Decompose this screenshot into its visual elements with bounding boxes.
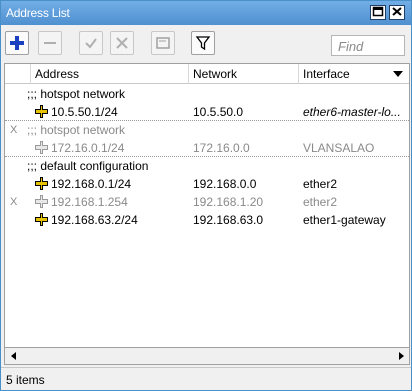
network-cell: 192.168.0.0 [193, 177, 257, 191]
disabled-flag: X [10, 124, 18, 136]
network-cell: 172.16.0.0 [193, 141, 250, 155]
find-input[interactable]: Find [331, 35, 405, 56]
address-icon [35, 141, 48, 154]
add-button[interactable] [5, 31, 29, 55]
status-bar: 5 items [1, 367, 411, 390]
filter-button[interactable] [191, 31, 215, 55]
x-icon [116, 37, 128, 49]
address-icon [35, 213, 48, 226]
interface-header-label: Interface [303, 67, 350, 81]
plus-icon [10, 36, 24, 50]
address-value: 192.168.1.254 [51, 195, 128, 209]
interface-cell: ether2 [303, 177, 338, 191]
interface-cell: ether2 [303, 195, 338, 209]
disable-button[interactable] [110, 31, 134, 55]
address-value: 192.168.63.2/24 [51, 213, 138, 227]
address-value: 192.168.0.1/24 [51, 177, 132, 191]
table-header: Address / Network Interface [5, 64, 409, 84]
toolbar: Find [1, 26, 411, 62]
row-comment: ;;; default configuration [27, 159, 149, 173]
scroll-right-icon[interactable] [392, 348, 409, 364]
scroll-left-icon[interactable] [5, 348, 22, 364]
horizontal-scrollbar[interactable] [4, 348, 410, 365]
flag-column-header[interactable] [5, 64, 31, 84]
address-cell: 192.168.0.1/24 [35, 175, 187, 193]
interface-column-header[interactable]: Interface [299, 64, 409, 84]
restore-icon[interactable] [370, 5, 386, 20]
table-row[interactable]: 192.168.63.2/24 192.168.63.0 ether1-gatewa… [5, 211, 409, 229]
address-icon [35, 177, 48, 190]
network-cell: 10.5.50.0 [193, 105, 244, 119]
network-column-header[interactable]: Network [189, 64, 299, 84]
column-menu-icon[interactable] [393, 71, 403, 77]
address-cell: 192.168.63.2/24 [35, 211, 187, 229]
table-row[interactable]: X 192.168.1.254 192.168.1.20 ether2 [5, 193, 409, 211]
address-cell: 192.168.1.254 [35, 193, 187, 211]
comment-row[interactable]: ;;; default configuration [5, 157, 409, 175]
disabled-flag: X [10, 196, 18, 208]
comment-row[interactable]: ;;; hotspot network [5, 85, 409, 103]
address-icon [35, 105, 48, 118]
address-list-window: Address List Find Address Network Interf… [0, 0, 412, 391]
interface-cell: ether6-master-lo... [303, 105, 401, 119]
address-header-label: Address [35, 67, 80, 81]
address-value: 10.5.50.1/24 [51, 105, 118, 119]
table-row[interactable]: 192.168.0.1/24 192.168.0.0 ether2 [5, 175, 409, 193]
comment-row[interactable]: X ;;; hotspot network [5, 121, 409, 139]
table-row[interactable]: 172.16.0.1/24 172.16.0.0 VLANSALAO [5, 139, 409, 157]
network-cell: 192.168.63.0 [193, 213, 264, 227]
comment-button[interactable] [151, 31, 175, 55]
address-table: Address / Network Interface ;;; hotspot … [4, 63, 410, 348]
address-column-header[interactable]: Address / [31, 64, 189, 84]
comment-icon [156, 37, 170, 49]
table-row[interactable]: 10.5.50.1/24 10.5.50.0 ether6-master-lo... [5, 103, 409, 121]
enable-button[interactable] [79, 31, 103, 55]
item-count: 5 items [6, 373, 45, 387]
row-comment: ;;; hotspot network [27, 87, 126, 101]
interface-cell: VLANSALAO [303, 141, 375, 155]
address-value: 172.16.0.1/24 [51, 141, 125, 155]
interface-cell: ether1-gateway [303, 213, 386, 227]
close-icon[interactable] [389, 5, 405, 20]
remove-button[interactable] [38, 31, 62, 55]
address-cell: 172.16.0.1/24 [35, 139, 187, 157]
title-bar[interactable]: Address List [1, 1, 411, 25]
address-cell: 10.5.50.1/24 [35, 103, 187, 121]
minus-icon [44, 42, 56, 44]
row-comment: ;;; hotspot network [27, 123, 126, 137]
window-title: Address List [6, 6, 70, 20]
filter-icon [195, 36, 211, 51]
check-icon [85, 38, 97, 49]
network-cell: 192.168.1.20 [193, 195, 264, 209]
address-icon [35, 195, 48, 208]
